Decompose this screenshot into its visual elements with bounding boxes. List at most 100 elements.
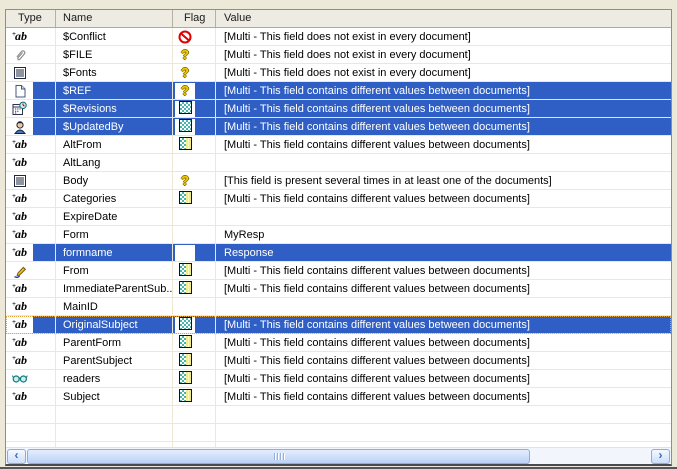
- field-name: ParentForm: [56, 334, 173, 351]
- question-icon: ?: [181, 48, 189, 62]
- empty-rows-area: [6, 406, 671, 447]
- question-icon: ?: [181, 66, 189, 80]
- field-value: [Multi - This field contains different v…: [216, 280, 671, 297]
- table-row[interactable]: +abformnameResponse: [6, 244, 671, 262]
- flag-cell: ?: [173, 82, 216, 99]
- scroll-right-button[interactable]: ›: [651, 449, 670, 464]
- type-cell: +ab: [6, 388, 56, 405]
- field-name: Body: [56, 172, 173, 189]
- field-value: [216, 208, 671, 225]
- field-value: [Multi - This field contains different v…: [216, 136, 671, 153]
- checker-icon: [179, 101, 192, 117]
- table-row[interactable]: $UpdatedBy [Multi - This field contains d…: [6, 118, 671, 136]
- column-header-flag[interactable]: Flag: [173, 10, 216, 27]
- rich-text-icon: [13, 174, 27, 188]
- table-row[interactable]: +abSubject [Multi - This field contains d…: [6, 388, 671, 406]
- type-cell: [6, 172, 56, 189]
- text-field-icon: +ab: [12, 192, 27, 205]
- field-name: $UpdatedBy: [56, 118, 173, 135]
- table-row[interactable]: $FILE?[Multi - This field does not exist…: [6, 46, 671, 64]
- field-value: [Multi - This field contains different v…: [216, 370, 671, 387]
- signature-icon: [13, 264, 27, 278]
- table-header: Type Name Flag Value: [6, 10, 671, 28]
- table-row[interactable]: +abCategories[Multi - This field contain…: [6, 190, 671, 208]
- table-row[interactable]: +abMainID: [6, 298, 671, 316]
- document-icon: [13, 84, 27, 98]
- flag-cell: ?: [173, 46, 216, 63]
- flag-cell: ?: [173, 172, 216, 189]
- flag-cell: [173, 208, 216, 225]
- type-cell: +ab: [6, 316, 56, 333]
- table-row[interactable]: $REF?[Multi - This field contains differ…: [6, 82, 671, 100]
- text-field-icon: +ab: [12, 336, 27, 349]
- checker-yellow-icon: [179, 137, 192, 153]
- type-cell: [6, 46, 56, 63]
- field-name: Subject: [56, 388, 173, 405]
- field-name: $Revisions: [56, 100, 173, 117]
- flag-cell: [173, 262, 216, 279]
- question-icon: ?: [181, 174, 189, 188]
- text-field-icon: +ab: [12, 354, 27, 367]
- scrollbar-thumb[interactable]: [27, 449, 530, 464]
- flag-cell: [173, 190, 216, 207]
- horizontal-scrollbar[interactable]: ‹ ›: [6, 447, 671, 464]
- type-cell: [6, 118, 56, 135]
- table-row[interactable]: $Fonts?[Multi - This field does not exis…: [6, 64, 671, 82]
- flag-cell: [173, 226, 216, 243]
- flag-cell: [173, 370, 216, 387]
- table-row[interactable]: +abOriginalSubject[Multi - This field co…: [6, 316, 671, 334]
- field-name: ExpireDate: [56, 208, 173, 225]
- scroll-left-button[interactable]: ‹: [7, 449, 26, 464]
- type-cell: +ab: [6, 298, 56, 315]
- field-value: [Multi - This field contains different v…: [216, 334, 671, 351]
- table-row[interactable]: $Revisions [Multi - This field contains d…: [6, 100, 671, 118]
- field-value: [Multi - This field contains different v…: [216, 262, 671, 279]
- table-row[interactable]: +ab ParentForm [Multi - This field contain…: [6, 334, 671, 352]
- table-row[interactable]: From[Multi - This field contains differe…: [6, 262, 671, 280]
- thumb-grip: [283, 453, 284, 460]
- field-value: Response: [216, 244, 671, 261]
- field-name: OriginalSubject: [56, 316, 173, 333]
- flag-cell: [173, 280, 216, 297]
- checker-yellow-icon: [179, 281, 192, 297]
- column-header-type[interactable]: Type: [6, 10, 56, 27]
- text-field-icon: +ab: [12, 156, 27, 169]
- flag-cell: [173, 28, 216, 45]
- table-row[interactable]: +abAltFrom[Multi - This field contains d…: [6, 136, 671, 154]
- revisions-icon: [12, 101, 27, 116]
- text-field-icon: +ab: [12, 138, 27, 151]
- table-row[interactable]: readers[Multi - This field contains diff…: [6, 370, 671, 388]
- table-row[interactable]: +abImmediateParentSub...[Multi - This fi…: [6, 280, 671, 298]
- field-value: [Multi - This field contains different v…: [216, 100, 671, 117]
- flag-cell: [173, 316, 216, 333]
- table-row[interactable]: Body?[This field is present several time…: [6, 172, 671, 190]
- type-cell: +ab: [6, 28, 56, 45]
- table-row[interactable]: +abAltLang: [6, 154, 671, 172]
- column-header-value[interactable]: Value: [216, 10, 671, 27]
- field-value: [Multi - This field contains different v…: [216, 82, 671, 99]
- checker-yellow-icon: [179, 353, 192, 369]
- field-name: ParentSubject: [56, 352, 173, 369]
- text-field-icon: +ab: [12, 210, 27, 223]
- column-header-name[interactable]: Name: [56, 10, 173, 27]
- checker-yellow-icon: [179, 335, 192, 351]
- field-value: [Multi - This field contains different v…: [216, 118, 671, 135]
- checker-icon: [179, 119, 192, 135]
- text-field-icon: +ab: [12, 30, 27, 43]
- table-row[interactable]: +abParentSubject[Multi - This field cont…: [6, 352, 671, 370]
- type-cell: [6, 64, 56, 81]
- field-value: [Multi - This field does not exist in ev…: [216, 28, 671, 45]
- field-value: [216, 154, 671, 171]
- table-row[interactable]: +abFormMyResp: [6, 226, 671, 244]
- field-name: $FILE: [56, 46, 173, 63]
- field-value: [Multi - This field contains different v…: [216, 388, 671, 405]
- field-name: Categories: [56, 190, 173, 207]
- table-row[interactable]: +ab ExpireDate: [6, 208, 671, 226]
- flag-cell: [173, 244, 216, 261]
- table-row[interactable]: +ab$Conflict[Multi - This field does not…: [6, 28, 671, 46]
- field-comparison-window: Type Name Flag Value +ab$Conflict[Multi …: [0, 0, 677, 469]
- thumb-grip: [277, 453, 278, 460]
- rich-text-icon: [13, 66, 27, 80]
- type-cell: +ab: [6, 136, 56, 153]
- text-field-icon: +ab: [12, 246, 27, 259]
